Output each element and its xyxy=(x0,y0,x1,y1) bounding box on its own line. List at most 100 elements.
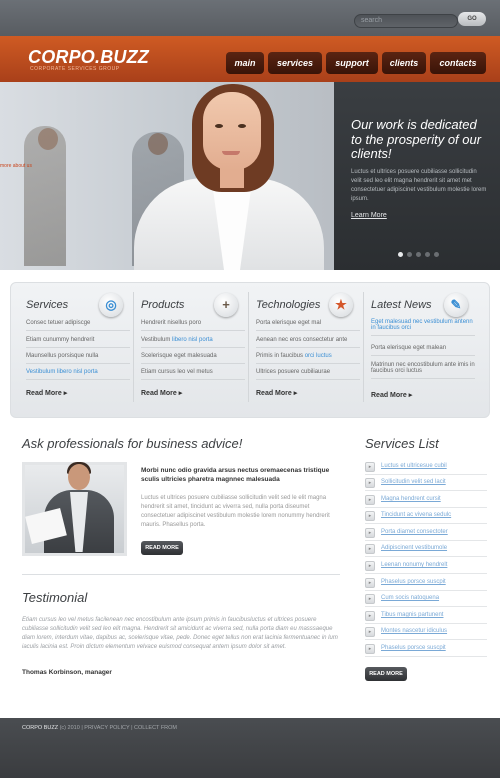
slider-dot[interactable] xyxy=(425,252,430,257)
services-list-link[interactable]: Sollicitudin velit sed lacit xyxy=(381,479,446,485)
features-title-latest-news: Latest News xyxy=(371,299,432,311)
woman-eye xyxy=(215,124,223,128)
list-item[interactable]: Aenean nec eros consectetur ante xyxy=(256,337,360,348)
services-read-more-button[interactable]: READ MORE xyxy=(365,667,407,681)
list-item[interactable]: Consec tetuer adipiscge xyxy=(26,320,130,331)
ask-lead-text: Morbi nunc odio gravida arsus nectus ore… xyxy=(141,467,330,483)
footer-collect-link[interactable]: COLLECT FROM xyxy=(134,725,177,731)
list-item[interactable]: Hendrerit nisellus poro xyxy=(141,320,245,331)
nav-item-clients[interactable]: clients xyxy=(382,52,426,74)
services-list-link[interactable]: Porta diamet consectoter xyxy=(381,529,448,535)
site-logo[interactable]: CORPO.BUZZ xyxy=(28,47,149,68)
list-item-link[interactable]: Eget malesuad nec vestibulum antenn in f… xyxy=(371,319,473,331)
arrow-right-icon: ▸ xyxy=(365,578,375,588)
read-more-link[interactable]: Read More ▸ xyxy=(256,389,297,397)
read-more-link[interactable]: Read More ▸ xyxy=(141,389,182,397)
globe-icon: ◎ xyxy=(99,293,123,317)
services-list-link[interactable]: Tincidunt ac vivena sedulc xyxy=(381,512,451,518)
services-list-link[interactable]: Montes nascetur idiculus xyxy=(381,628,447,634)
services-list-item[interactable]: ▸ Luctus et ultricesue cubil xyxy=(365,459,487,475)
services-list-link[interactable]: Luctus et ultricesue cubil xyxy=(381,463,447,469)
services-list-link[interactable]: Phaselus porsce suscpit xyxy=(381,579,446,585)
services-list-link[interactable]: Cum socis natoquena xyxy=(381,595,439,601)
slider-dot[interactable] xyxy=(416,252,421,257)
services-list-item[interactable]: ▸ Cum socis natoquena xyxy=(365,591,487,607)
footer-year: (c) 2010 xyxy=(59,725,80,731)
footer-brand: CORPO BUZZ xyxy=(22,725,59,731)
arrow-right-icon: ▸ xyxy=(365,627,375,637)
arrow-right-icon: ▸ xyxy=(365,495,375,505)
services-list-item[interactable]: ▸ Sollicitudin velit sed lacit xyxy=(365,475,487,491)
footer-privacy-link[interactable]: PRIVACY POLICY xyxy=(84,725,129,731)
pen-icon: ✎ xyxy=(444,293,468,317)
column-divider xyxy=(133,292,134,402)
ask-read-more-button[interactable]: READ MORE xyxy=(141,541,183,555)
list-item[interactable]: Vestibulum libero nisl porta xyxy=(26,369,130,380)
read-more-label[interactable]: Read More xyxy=(256,390,292,397)
services-list-link[interactable]: Adipiscinent vestibumole xyxy=(381,545,447,551)
list-item-text: Vestibulum xyxy=(141,337,173,343)
woman-eye xyxy=(238,124,246,128)
star-icon: ★ xyxy=(329,293,353,317)
hero-learn-more-link[interactable]: Learn More xyxy=(351,212,387,219)
hero-side-label[interactable]: more about us xyxy=(0,163,32,169)
services-list-item[interactable]: ▸ Magna hendrent cursit xyxy=(365,492,487,508)
list-item[interactable]: Porta elerisque eget malean xyxy=(371,345,475,356)
list-item[interactable]: Ultrices posuere cubiliaurae xyxy=(256,369,360,380)
services-list-item[interactable]: ▸ Phaselus porsce suscpit xyxy=(365,641,487,657)
list-item[interactable]: Eget malesuad nec vestibulum antenn in f… xyxy=(371,319,475,336)
list-item[interactable]: Matrinun nec encostibulum ante imis in f… xyxy=(371,362,475,379)
footer-copyright: CORPO BUZZ (c) 2010 | PRIVACY POLICY | C… xyxy=(22,725,177,731)
list-item-link[interactable]: orci luctus xyxy=(305,353,332,359)
nav-item-contacts[interactable]: contacts xyxy=(430,52,486,74)
services-list-item[interactable]: ▸ Leenan nonumy hendrelt xyxy=(365,558,487,574)
slider-dot[interactable] xyxy=(407,252,412,257)
features-title-services: Services xyxy=(26,299,69,311)
services-list-link[interactable]: Magna hendrent cursit xyxy=(381,496,441,502)
read-more-label[interactable]: Read More xyxy=(141,390,177,397)
read-more-label[interactable]: Read More xyxy=(26,390,62,397)
list-item[interactable]: Etiam cunummy hendrerit xyxy=(26,337,130,348)
services-list-item[interactable]: ▸ Tibus magnis partunent xyxy=(365,608,487,624)
woman-mouth xyxy=(222,151,240,155)
services-list-item[interactable]: ▸ Phaselus porsce suscpit xyxy=(365,575,487,591)
services-list-title: Services List xyxy=(365,436,439,451)
read-more-link[interactable]: Read More ▸ xyxy=(26,389,67,397)
man-head xyxy=(68,464,90,490)
list-item[interactable]: Vestibulum libero nisl porta xyxy=(141,337,245,348)
search-input[interactable]: search xyxy=(354,14,458,28)
arrow-right-icon: ▸ xyxy=(365,478,375,488)
read-more-link[interactable]: Read More ▸ xyxy=(371,391,412,399)
slider-dot-active[interactable] xyxy=(398,252,403,257)
services-list-link[interactable]: Tibus magnis partunent xyxy=(381,612,443,618)
list-item[interactable]: Maunsellus porsisque nulla xyxy=(26,353,130,364)
features-title-products: Products xyxy=(141,299,185,311)
list-item[interactable]: Etiam cursus leo vel metus xyxy=(141,369,245,380)
slider-dot[interactable] xyxy=(434,252,439,257)
background-person-head xyxy=(148,133,168,155)
hero-title: Our work is dedicated to the prosperity … xyxy=(351,117,482,161)
nav-item-support[interactable]: support xyxy=(326,52,378,74)
services-list-link[interactable]: Phaselus porsce suscpit xyxy=(381,645,446,651)
list-item[interactable]: Primis in faucibus orci luctus xyxy=(256,353,360,364)
read-more-label[interactable]: Read More xyxy=(371,392,407,399)
arrow-right-icon: ▸ xyxy=(365,511,375,521)
services-list-item[interactable]: ▸ Tincidunt ac vivena sedulc xyxy=(365,508,487,524)
testimonial-title: Testimonial xyxy=(22,590,88,605)
list-item[interactable]: Porta elerisque eget mal xyxy=(256,320,360,331)
arrow-right-icon: ▸ xyxy=(365,561,375,571)
hero-text: Luctus et ultrices posuere cubiliasse so… xyxy=(351,169,487,202)
services-list-item[interactable]: ▸ Porta diamet consectoter xyxy=(365,525,487,541)
search-go-button[interactable]: GO xyxy=(458,12,486,26)
nav-item-services[interactable]: services xyxy=(268,52,322,74)
list-item-link[interactable]: libero nisl porta xyxy=(172,337,213,343)
services-list-item[interactable]: ▸ Adipiscinent vestibumole xyxy=(365,541,487,557)
list-item[interactable]: Scelerisque eget malesuada xyxy=(141,353,245,364)
logo-tagline: CORPORATE SERVICES GROUP xyxy=(30,66,120,72)
divider xyxy=(22,574,340,575)
list-item-link[interactable]: Vestibulum libero nisl porta xyxy=(26,369,98,375)
services-list-link[interactable]: Leenan nonumy hendrelt xyxy=(381,562,447,568)
arrow-right-icon: ▸ xyxy=(365,644,375,654)
services-list-item[interactable]: ▸ Montes nascetur idiculus xyxy=(365,624,487,640)
nav-item-main[interactable]: main xyxy=(226,52,264,74)
